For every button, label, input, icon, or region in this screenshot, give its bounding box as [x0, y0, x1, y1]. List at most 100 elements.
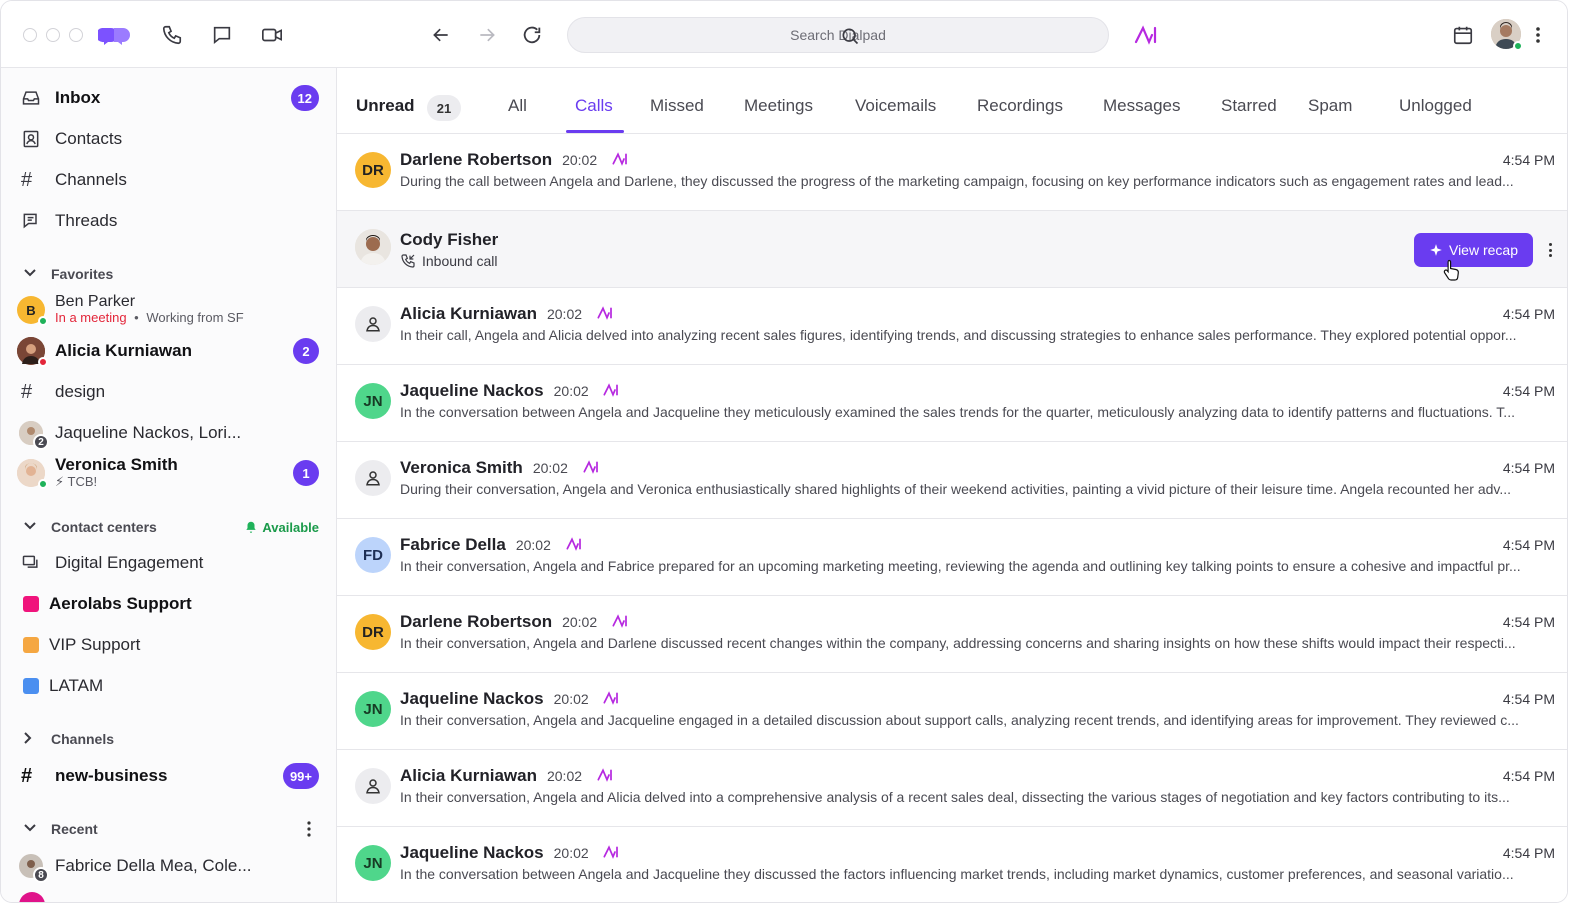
call-duration: 20:02 — [562, 614, 598, 630]
call-row[interactable]: JN Jaqueline Nackos 20:02 4:54 PM In the … — [337, 827, 1567, 902]
call-time: 4:54 PM — [1502, 383, 1555, 399]
favorite-alicia-kurniawan[interactable]: Alicia Kurniawan 2 — [17, 334, 325, 368]
window-close-button[interactable] — [23, 28, 37, 42]
tab-calls[interactable]: Calls — [575, 96, 613, 116]
call-time: 4:54 PM — [1502, 691, 1555, 707]
ben-parker-text: Ben Parker In a meeting • Working from S… — [55, 294, 244, 326]
new-business-label: new-business — [55, 766, 168, 785]
tab-unread[interactable]: Unread — [356, 96, 415, 116]
chevron-down-icon — [23, 520, 43, 534]
favorite-group-jaqueline[interactable]: 2 Jaqueline Nackos, Lori... — [17, 416, 325, 450]
ai-recap-icon — [597, 767, 613, 787]
avatar — [17, 459, 48, 489]
call-row[interactable]: FD Fabrice Della 20:02 4:54 PM In their c… — [337, 519, 1567, 596]
pointer-cursor-icon — [1443, 259, 1461, 286]
contact-name: Jaqueline Nackos — [400, 381, 544, 400]
row-more-icon[interactable] — [1543, 239, 1557, 261]
contact-center-digital-engagement[interactable]: Digital Engagement — [17, 546, 325, 580]
tab-messages[interactable]: Messages — [1103, 96, 1180, 116]
call-row[interactable]: Alicia Kurniawan 20:02 4:54 PM In their c… — [337, 288, 1567, 365]
call-direction-label: Inbound call — [422, 253, 498, 269]
inbound-call-icon — [401, 254, 415, 268]
call-contact-name: Cody Fisher — [400, 230, 499, 249]
location-status: Working from SF — [146, 310, 244, 325]
search-input[interactable]: Search Dialpad — [567, 17, 1109, 53]
favorite-ben-parker[interactable]: B Ben Parker In a meeting • Working from… — [17, 293, 325, 327]
forward-arrow-icon[interactable] — [473, 21, 501, 49]
color-swatch — [23, 637, 39, 653]
recent-group-fabrice[interactable]: 8 Fabrice Della Mea, Cole... — [17, 849, 325, 883]
call-summary: In the conversation between Angela and J… — [400, 404, 1515, 420]
call-row[interactable]: JN Jaqueline Nackos 20:02 4:54 PM In the … — [337, 365, 1567, 442]
user-presence-indicator — [1513, 41, 1523, 51]
sidebar-item-inbox[interactable]: Inbox 12 — [17, 81, 325, 115]
chevron-right-icon — [23, 731, 43, 748]
window-minimize-button[interactable] — [46, 28, 60, 42]
call-summary: In their conversation, Angela and Alicia… — [400, 789, 1510, 805]
sidebar-item-contacts[interactable]: Contacts — [17, 122, 325, 156]
recent-header[interactable]: Recent — [23, 818, 323, 840]
more-menu-icon[interactable] — [1531, 21, 1545, 49]
tab-recordings[interactable]: Recordings — [977, 96, 1063, 116]
back-arrow-icon[interactable] — [427, 21, 455, 49]
main-panel: Unread 21 All Calls Missed Meetings Voic… — [337, 68, 1567, 902]
calendar-icon[interactable] — [1449, 21, 1477, 49]
channels-header[interactable]: Channels — [23, 728, 323, 750]
channel-new-business[interactable]: # new-business 99+ — [17, 759, 325, 793]
call-row[interactable]: Alicia Kurniawan 20:02 4:54 PM In their c… — [337, 750, 1567, 827]
call-contact-name: Veronica Smith 20:02 — [400, 458, 599, 479]
tab-starred[interactable]: Starred — [1221, 96, 1277, 116]
ai-assistant-icon[interactable] — [1132, 21, 1160, 49]
recent-item-avatar[interactable] — [19, 892, 45, 902]
bell-icon — [246, 521, 257, 533]
tab-missed[interactable]: Missed — [650, 96, 704, 116]
new-business-badge: 99+ — [282, 763, 319, 789]
avatar — [355, 306, 391, 342]
phone-icon[interactable] — [158, 21, 186, 49]
contact-centers-header[interactable]: Contact centers Available — [23, 516, 323, 538]
view-recap-button[interactable]: View recap — [1414, 233, 1533, 267]
call-row[interactable]: Veronica Smith 20:02 4:54 PM During their… — [337, 442, 1567, 519]
favorite-design-channel[interactable]: # design — [17, 375, 325, 409]
tab-meetings[interactable]: Meetings — [744, 96, 813, 116]
call-row[interactable]: JN Jaqueline Nackos 20:02 4:54 PM In thei… — [337, 673, 1567, 750]
call-summary: In their conversation, Angela and Fabric… — [400, 558, 1521, 574]
inbox-icon — [17, 86, 49, 110]
chat-icon[interactable] — [208, 21, 236, 49]
ai-recap-icon — [583, 459, 599, 479]
video-icon[interactable] — [258, 21, 286, 49]
call-contact-name: Darlene Robertson 20:02 — [400, 612, 628, 633]
call-summary: During their conversation, Angela and Ve… — [400, 481, 1512, 497]
favorites-header[interactable]: Favorites — [23, 263, 323, 285]
tab-voicemails[interactable]: Voicemails — [855, 96, 936, 116]
contact-center-vip-support[interactable]: VIP Support — [17, 628, 325, 662]
ai-recap-icon — [597, 305, 613, 325]
tab-unlogged[interactable]: Unlogged — [1399, 96, 1472, 116]
view-recap-label: View recap — [1448, 242, 1518, 258]
favorite-veronica-smith[interactable]: Veronica Smith ⚡ TCB! 1 — [17, 456, 325, 490]
avatar: JN — [355, 691, 391, 727]
avatar: JN — [355, 845, 391, 881]
sidebar-item-channels[interactable]: # Channels — [17, 163, 325, 197]
window-maximize-button[interactable] — [69, 28, 83, 42]
tab-spam[interactable]: Spam — [1308, 96, 1352, 116]
call-duration: 20:02 — [546, 768, 583, 784]
group-avatar: 8 — [19, 854, 49, 883]
call-row[interactable]: DR Darlene Robertson 20:02 4:54 PM During… — [337, 134, 1567, 211]
avatar — [17, 337, 48, 367]
recent-group-name: Fabrice Della Mea, Cole... — [55, 856, 252, 875]
call-row[interactable]: DR Darlene Robertson 20:02 4:54 PM In the… — [337, 596, 1567, 673]
tab-all[interactable]: All — [508, 96, 527, 116]
call-contact-name: Jaqueline Nackos 20:02 — [400, 689, 619, 710]
color-swatch — [23, 678, 39, 694]
person-icon — [366, 317, 380, 332]
recent-more-icon[interactable] — [307, 821, 311, 842]
contact-center-latam[interactable]: LATAM — [17, 669, 325, 703]
contact-center-aerolabs-support[interactable]: Aerolabs Support — [17, 587, 325, 621]
call-row[interactable]: Cody Fisher Inbound call View recap — [337, 211, 1567, 288]
availability-status[interactable]: Available — [244, 520, 319, 535]
avatar: B — [17, 296, 48, 326]
refresh-icon[interactable] — [518, 21, 546, 49]
sidebar: Inbox 12 Contacts # Channels Threads Fav… — [1, 68, 337, 902]
sidebar-item-threads[interactable]: Threads — [17, 204, 325, 238]
